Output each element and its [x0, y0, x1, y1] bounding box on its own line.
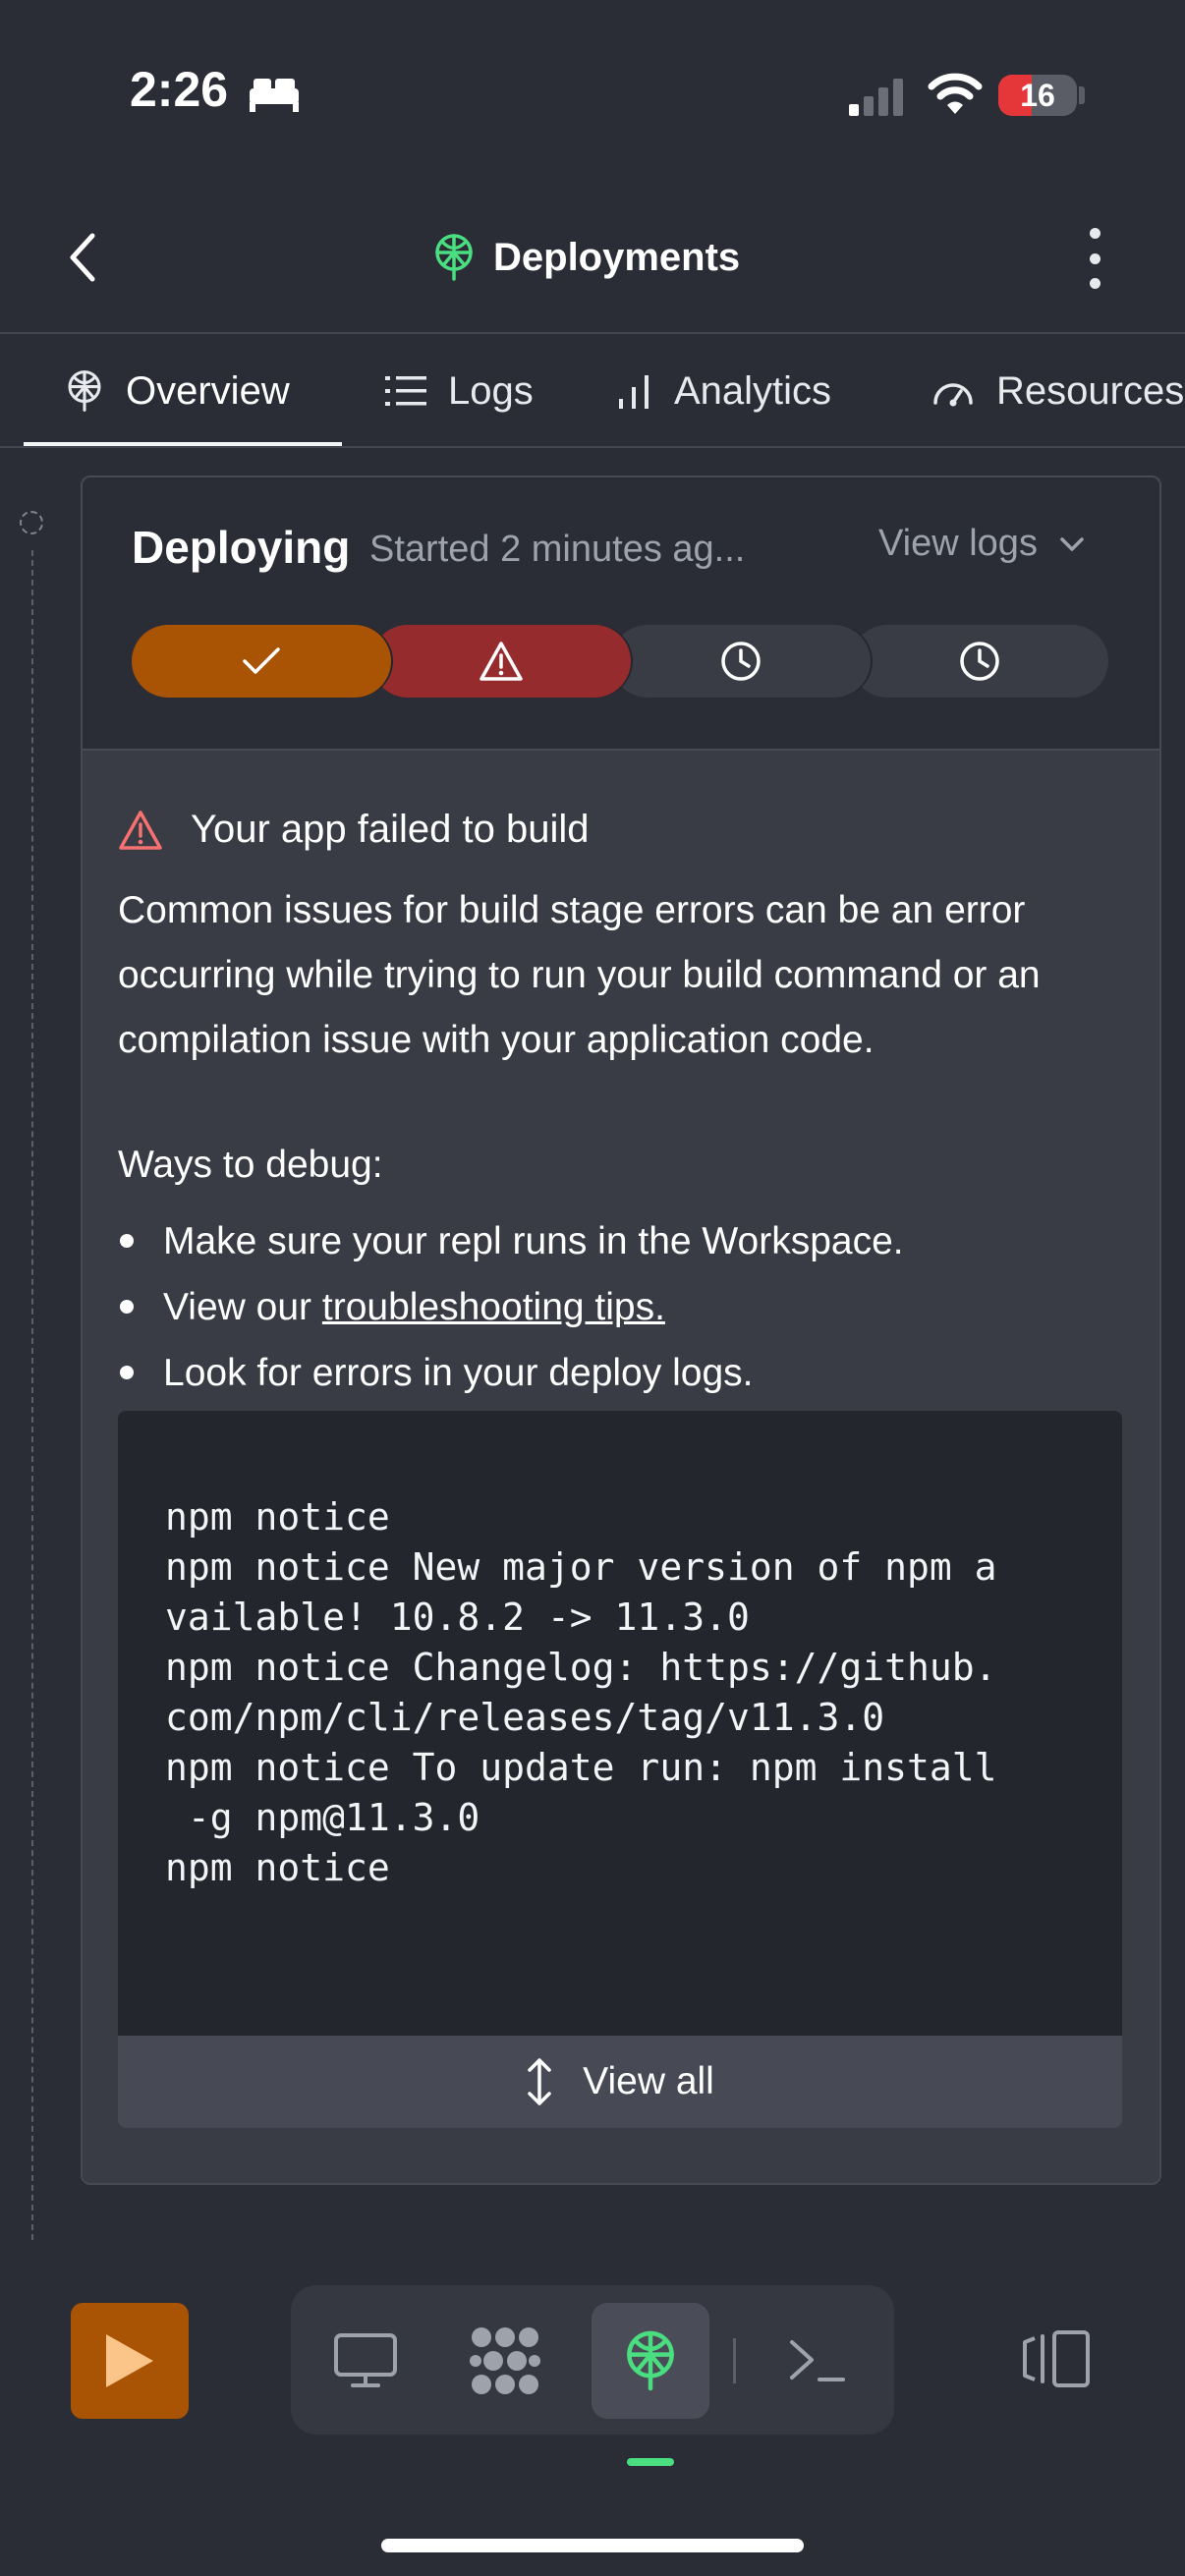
progress-step-1 — [132, 625, 391, 698]
list-item: View our troubleshooting tips. — [118, 1274, 904, 1340]
deployment-started-time: Started 2 minutes ag... — [369, 529, 746, 570]
deploy-icon — [435, 234, 473, 281]
log-line: npm notice New major version of npm a — [165, 1545, 997, 1589]
error-heading: Your app failed to build — [118, 808, 590, 852]
deployment-status-header: Deploying Started 2 minutes ag... View l… — [83, 477, 1159, 751]
tab-bar: Overview Logs Analytics Resources — [0, 334, 1185, 448]
list-icon — [385, 376, 426, 406]
tab-analytics[interactable]: Analytics — [617, 334, 831, 448]
list-item-text: View our — [163, 1286, 322, 1328]
view-logs-button[interactable]: View logs — [878, 523, 1085, 565]
deploy-icon — [627, 2330, 674, 2391]
list-item: Make sure your repl runs in the Workspac… — [118, 1208, 904, 1274]
panel-icon — [1023, 2330, 1090, 2387]
log-line: npm notice To update run: npm install — [165, 1746, 997, 1789]
cellular-signal-icon — [849, 79, 903, 116]
list-item-text: Look for errors in your deploy logs. — [163, 1352, 754, 1394]
error-description: Common issues for build stage errors can… — [118, 889, 1041, 1061]
error-title: Your app failed to build — [191, 808, 590, 851]
home-indicator[interactable] — [381, 2539, 804, 2552]
log-line: vailable! 10.8.2 -> 11.3.0 — [165, 1596, 750, 1639]
log-line: npm notice Changelog: https://github. — [165, 1646, 997, 1689]
log-line: npm notice — [165, 1846, 390, 1889]
progress-step-4 — [851, 625, 1108, 698]
bar-chart-icon — [619, 375, 649, 409]
progress-step-2 — [371, 625, 631, 698]
status-time: 2:26 — [130, 62, 229, 117]
battery-cap — [1079, 86, 1085, 104]
panel-toggle-button[interactable] — [1012, 2315, 1100, 2403]
view-logs-label: View logs — [878, 523, 1038, 564]
warning-icon — [480, 642, 523, 681]
build-log-output: npm notice npm notice New major version … — [118, 1411, 1122, 2128]
more-dot — [1089, 252, 1100, 264]
more-dot — [1089, 278, 1100, 289]
play-icon — [106, 2334, 153, 2387]
tab-label: Logs — [448, 368, 534, 413]
gauge-icon — [933, 383, 973, 407]
debug-heading: Ways to debug: — [118, 1144, 383, 1186]
shell-button[interactable] — [759, 2303, 876, 2419]
deployment-status: Deploying — [132, 522, 351, 573]
page-title-group: Deployments — [432, 228, 740, 287]
run-button[interactable] — [71, 2303, 189, 2419]
apps-icon — [470, 2327, 540, 2394]
warning-icon — [119, 810, 162, 850]
tab-overview[interactable]: Overview — [65, 334, 290, 448]
more-vertical-icon — [1089, 228, 1100, 239]
troubleshooting-link[interactable]: troubleshooting tips. — [322, 1286, 665, 1328]
build-error-panel: Your app failed to build Common issues f… — [83, 751, 1159, 2183]
deployment-progress — [132, 625, 1108, 698]
more-options-button[interactable] — [1073, 228, 1116, 289]
preview-button[interactable] — [307, 2303, 424, 2419]
wifi-icon — [928, 73, 983, 114]
tabs-divider — [0, 446, 1185, 448]
list-item: Look for errors in your deploy logs. — [118, 1340, 904, 1406]
progress-step-3 — [611, 625, 871, 698]
battery-level: 16 — [1020, 78, 1055, 113]
monitor-icon — [334, 2333, 397, 2387]
tab-logs[interactable]: Logs — [385, 334, 534, 448]
apps-button[interactable] — [446, 2303, 564, 2419]
tab-label: Analytics — [674, 368, 832, 413]
back-button[interactable] — [55, 228, 110, 287]
tab-label: Resources — [996, 368, 1185, 413]
list-item-text: Make sure your repl runs in the Workspac… — [163, 1220, 904, 1262]
dock-separator — [733, 2338, 736, 2383]
expand-vertical-icon — [528, 2058, 551, 2105]
chevron-down-icon — [1060, 536, 1084, 551]
timeline-node — [20, 511, 43, 534]
battery-icon: 16 — [998, 75, 1077, 116]
log-line: npm notice — [165, 1495, 390, 1539]
deployments-button[interactable] — [592, 2303, 709, 2419]
terminal-icon — [790, 2340, 845, 2381]
log-line: -g npm@11.3.0 — [165, 1796, 480, 1839]
deploy-icon — [68, 370, 101, 412]
check-icon — [243, 647, 280, 674]
page-title: Deployments — [493, 235, 741, 279]
debug-list: Make sure your repl runs in the Workspac… — [118, 1208, 904, 1406]
timeline-line — [31, 550, 33, 2240]
tab-resources[interactable]: Resources — [931, 334, 1184, 448]
tool-dock — [291, 2285, 894, 2435]
view-all-button[interactable]: View all — [118, 2036, 1122, 2128]
view-all-label: View all — [583, 2060, 714, 2102]
tab-label: Overview — [126, 368, 290, 413]
log-line: com/npm/cli/releases/tag/v11.3.0 — [165, 1696, 885, 1739]
sleep-mode-icon — [250, 79, 299, 112]
deployment-card: Deploying Started 2 minutes ag... View l… — [81, 476, 1161, 2185]
clock-icon — [960, 642, 999, 681]
clock-icon — [721, 642, 761, 681]
active-dock-indicator — [627, 2458, 674, 2466]
